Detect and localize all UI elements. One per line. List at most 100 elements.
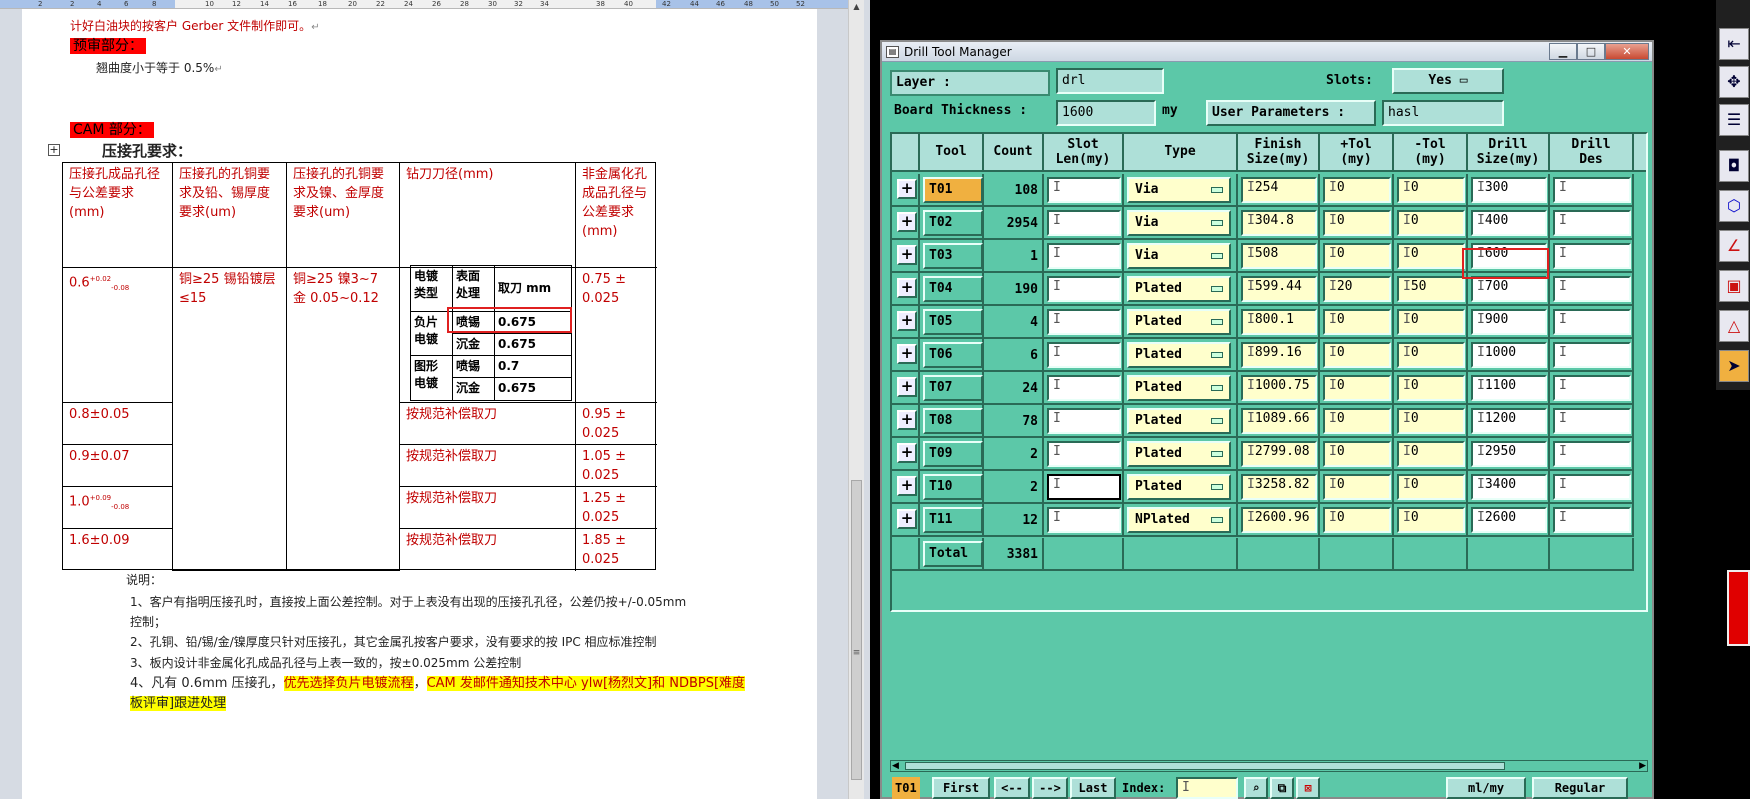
drill-des-field[interactable]: I (1553, 177, 1631, 203)
type-dropdown[interactable]: Plated (1127, 474, 1231, 500)
plus-tol-field[interactable]: I0 (1323, 441, 1391, 467)
plus-tol-field[interactable]: I0 (1323, 375, 1391, 401)
expand-row-button[interactable]: + (897, 476, 917, 496)
minus-tol-field[interactable]: I0 (1397, 441, 1465, 467)
search-icon[interactable]: ⌕ (1244, 777, 1268, 799)
finish-size-field[interactable]: I1089.66 (1241, 408, 1317, 434)
type-dropdown[interactable]: Plated (1127, 408, 1231, 434)
drill-size-field[interactable]: I1000 (1471, 342, 1547, 368)
drill-des-field[interactable]: I (1553, 408, 1631, 434)
plus-tol-field[interactable]: I0 (1323, 210, 1391, 236)
tool-name-button[interactable]: T03 (923, 243, 983, 269)
drill-des-field[interactable]: I (1553, 210, 1631, 236)
drill-des-field[interactable]: I (1553, 507, 1631, 533)
expand-row-button[interactable]: + (897, 509, 917, 529)
minus-tol-field[interactable]: I0 (1397, 375, 1465, 401)
drill-des-field[interactable]: I (1553, 243, 1631, 269)
expand-row-button[interactable]: + (897, 179, 917, 199)
user-parameters-field[interactable]: hasl (1382, 100, 1504, 126)
drill-des-field[interactable]: I (1553, 276, 1631, 302)
minus-tol-field[interactable]: I0 (1397, 507, 1465, 533)
plus-tol-field[interactable]: I0 (1323, 243, 1391, 269)
scroll-thumb[interactable] (851, 480, 862, 780)
expand-row-button[interactable]: + (897, 278, 917, 298)
filter-icon[interactable]: ⧉ (1270, 777, 1294, 799)
plus-tol-field[interactable]: I0 (1323, 408, 1391, 434)
minus-tol-field[interactable]: I0 (1397, 210, 1465, 236)
type-dropdown[interactable]: Plated (1127, 441, 1231, 467)
slot-len-field[interactable]: I (1047, 177, 1121, 203)
triangle-icon[interactable]: △ (1719, 310, 1749, 342)
slot-len-field[interactable]: I (1047, 342, 1121, 368)
scroll-left-icon[interactable]: ◀ (892, 761, 899, 771)
net-icon[interactable]: ⬡ (1719, 190, 1749, 222)
drill-size-field[interactable]: I1100 (1471, 375, 1547, 401)
scroll-up-icon[interactable]: ▲ (851, 2, 862, 13)
drill-des-field[interactable]: I (1553, 474, 1631, 500)
type-dropdown[interactable]: Plated (1127, 276, 1231, 302)
plus-tol-field[interactable]: I0 (1323, 474, 1391, 500)
minus-tol-field[interactable]: I50 (1397, 276, 1465, 302)
finish-size-field[interactable]: I899.16 (1241, 342, 1317, 368)
tool-name-button[interactable]: T10 (923, 474, 983, 500)
expand-row-button[interactable]: + (897, 245, 917, 265)
type-dropdown[interactable]: NPlated (1127, 507, 1231, 533)
minus-tol-field[interactable]: I0 (1397, 342, 1465, 368)
tool-name-button[interactable]: T07 (923, 375, 983, 401)
ruler[interactable]: 2 2 4 6 8 10 12 14 16 18 20 22 24 26 28 … (0, 0, 860, 9)
tool-name-button[interactable]: T11 (923, 507, 983, 533)
scroll-right-icon[interactable]: ▶ (1639, 761, 1646, 771)
expand-row-button[interactable]: + (897, 212, 917, 232)
plus-tol-field[interactable]: I20 (1323, 276, 1391, 302)
finish-size-field[interactable]: I2799.08 (1241, 441, 1317, 467)
slot-len-field[interactable]: I (1047, 507, 1121, 533)
drill-des-field[interactable]: I (1553, 441, 1631, 467)
next-button[interactable]: --> (1032, 777, 1068, 799)
expand-row-button[interactable]: + (897, 344, 917, 364)
drill-des-field[interactable]: I (1553, 309, 1631, 335)
tool-name-button[interactable]: T08 (923, 408, 983, 434)
slots-dropdown[interactable]: Yes ▭ (1392, 68, 1504, 94)
finish-size-field[interactable]: I2600.96 (1241, 507, 1317, 533)
horizontal-scrollbar[interactable]: ◀ ▶ (890, 760, 1648, 772)
drill-des-field[interactable]: I (1553, 375, 1631, 401)
pointer-icon[interactable]: ➤ (1719, 350, 1749, 382)
layers-icon[interactable]: ☰ (1719, 104, 1749, 136)
snapshot-icon[interactable]: ◘ (1719, 150, 1749, 182)
slot-len-field[interactable]: I (1047, 243, 1121, 269)
expand-row-button[interactable]: + (897, 377, 917, 397)
vertical-scrollbar[interactable]: ▲ ≡ (848, 0, 864, 799)
drill-size-field[interactable]: I1200 (1471, 408, 1547, 434)
angle-icon[interactable]: ∠ (1719, 230, 1749, 262)
slot-len-field[interactable]: I (1047, 210, 1121, 236)
type-dropdown[interactable]: Plated (1127, 309, 1231, 335)
drill-size-field[interactable]: I300 (1471, 177, 1547, 203)
type-dropdown[interactable]: Plated (1127, 342, 1231, 368)
tool-name-button[interactable]: T04 (923, 276, 983, 302)
table-move-handle-icon[interactable]: + (48, 144, 60, 156)
expand-row-button[interactable]: + (897, 410, 917, 430)
finish-size-field[interactable]: I508 (1241, 243, 1317, 269)
thickness-field[interactable]: 1600 (1056, 100, 1156, 126)
drill-size-field[interactable]: I900 (1471, 309, 1547, 335)
tool-name-button[interactable]: T09 (923, 441, 983, 467)
mode-dropdown[interactable]: Regular (1532, 777, 1628, 799)
type-dropdown[interactable]: Plated (1127, 375, 1231, 401)
finish-size-field[interactable]: I800.1 (1241, 309, 1317, 335)
tool-name-button[interactable]: T01 (923, 177, 983, 203)
plus-tol-field[interactable]: I0 (1323, 177, 1391, 203)
expand-row-button[interactable]: + (897, 311, 917, 331)
plus-tol-field[interactable]: I0 (1323, 342, 1391, 368)
minimize-button[interactable]: ▁ (1549, 43, 1577, 60)
last-button[interactable]: Last (1070, 777, 1116, 799)
units-dropdown[interactable]: ml/my (1446, 777, 1526, 799)
finish-size-field[interactable]: I304.8 (1241, 210, 1317, 236)
slot-len-field[interactable]: I (1047, 441, 1121, 467)
index-field[interactable]: I (1176, 777, 1238, 799)
minus-tol-field[interactable]: I0 (1397, 177, 1465, 203)
type-dropdown[interactable]: Via (1127, 243, 1231, 269)
tool-name-button[interactable]: T06 (923, 342, 983, 368)
drill-size-field[interactable]: I3400 (1471, 474, 1547, 500)
close-button[interactable]: ✕ (1605, 43, 1649, 60)
slot-len-field[interactable]: I (1047, 309, 1121, 335)
